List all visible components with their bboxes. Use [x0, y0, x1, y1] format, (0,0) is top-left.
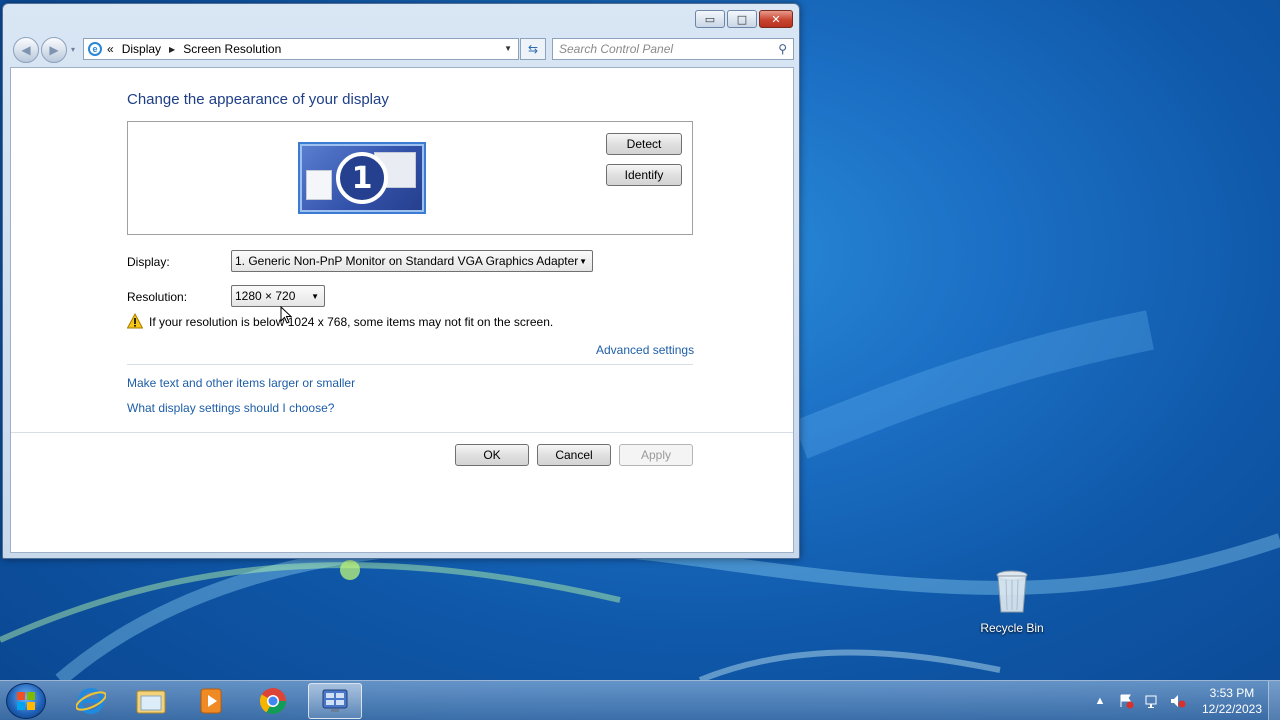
refresh-icon: ⇆ [527, 42, 539, 56]
system-tray: ▲ 3:53 PM 12/22/2023 [1092, 681, 1262, 720]
page-title: Change the appearance of your display [127, 91, 389, 108]
show-desktop-button[interactable] [1268, 681, 1280, 720]
close-button[interactable]: ✕ [759, 10, 793, 28]
taskbar: ▲ 3:53 PM 12/22/2023 [0, 680, 1280, 720]
clock-date: 12/22/2023 [1201, 702, 1262, 716]
resolution-warning-text: If your resolution is below 1024 x 768, … [149, 315, 554, 329]
divider [11, 432, 793, 433]
search-placeholder: Search Control Panel [559, 42, 674, 56]
taskbar-media-player[interactable] [184, 683, 238, 719]
resolution-dropdown-value: 1280 × 720 [235, 289, 296, 303]
recycle-bin-shortcut[interactable]: Recycle Bin [978, 570, 1046, 635]
display-help-link[interactable]: What display settings should I choose? [127, 401, 334, 415]
monitor-1-icon[interactable]: 1 [298, 142, 426, 214]
content-pane: Change the appearance of your display 1 … [10, 67, 794, 553]
start-button[interactable] [6, 683, 46, 719]
taskbar-control-panel[interactable] [308, 683, 362, 719]
display-dropdown[interactable]: 1. Generic Non-PnP Monitor on Standard V… [231, 250, 593, 272]
warning-icon [127, 313, 143, 329]
ok-button[interactable]: OK [455, 444, 529, 466]
volume-muted-icon[interactable] [1170, 693, 1186, 709]
windows-logo-icon [17, 692, 35, 710]
resolution-label: Resolution: [127, 290, 188, 304]
search-input[interactable]: Search Control Panel ⚲ [552, 38, 794, 60]
address-bar[interactable]: e « Display ▶ Screen Resolution ▼ [83, 38, 519, 60]
window-controls: ▭ □ ✕ [695, 10, 793, 28]
display-dropdown-value: 1. Generic Non-PnP Monitor on Standard V… [235, 254, 579, 268]
breadcrumb-display[interactable]: Display [122, 42, 161, 56]
breadcrumb-separator-icon[interactable]: ▶ [169, 45, 175, 54]
file-explorer-icon [136, 690, 166, 714]
control-panel-icon: e [88, 42, 102, 56]
back-arrow-icon: ◀ [21, 43, 31, 57]
resolution-dropdown[interactable]: 1280 × 720 ▼ [231, 285, 325, 307]
recycle-bin-icon [996, 570, 1028, 613]
network-icon[interactable] [1144, 693, 1160, 709]
control-panel-icon [322, 689, 348, 712]
detect-button[interactable]: Detect [606, 133, 682, 155]
refresh-button[interactable]: ⇆ [520, 38, 546, 60]
taskbar-chrome[interactable] [246, 683, 300, 719]
show-hidden-icons[interactable]: ▲ [1092, 693, 1108, 709]
mouse-cursor-icon [280, 306, 292, 324]
advanced-settings-link[interactable]: Advanced settings [596, 343, 694, 357]
forward-arrow-icon: ▶ [49, 43, 59, 57]
cancel-button[interactable]: Cancel [537, 444, 611, 466]
text-size-link[interactable]: Make text and other items larger or smal… [127, 376, 355, 390]
monitor-preview-area: 1 Detect Identify [127, 121, 693, 235]
divider [127, 364, 693, 365]
taskbar-file-explorer[interactable] [124, 683, 178, 719]
maximize-button[interactable]: □ [727, 10, 757, 28]
search-icon[interactable]: ⚲ [778, 42, 787, 56]
clock[interactable]: 3:53 PM 12/22/2023 [1202, 685, 1262, 717]
screen-resolution-window: ▭ □ ✕ ◀ ▶ ▾ e « Display ▶ Screen Resolut… [2, 3, 800, 559]
back-button[interactable]: ◀ [13, 37, 39, 63]
minimize-button[interactable]: ▭ [695, 10, 725, 28]
breadcrumb-screen-resolution[interactable]: Screen Resolution [183, 42, 281, 56]
media-player-icon [200, 688, 222, 714]
action-center-icon[interactable] [1118, 693, 1134, 709]
monitor-window-graphic [306, 170, 332, 200]
clock-time: 3:53 PM [1209, 686, 1255, 700]
taskbar-internet-explorer[interactable] [64, 683, 118, 719]
forward-button[interactable]: ▶ [41, 37, 67, 63]
navigation-bar: ◀ ▶ ▾ e « Display ▶ Screen Resolution ▼ … [11, 37, 794, 63]
chevron-down-icon: ▼ [579, 257, 587, 266]
address-dropdown-icon[interactable]: ▼ [504, 44, 512, 53]
chevron-down-icon: ▼ [311, 292, 319, 301]
apply-button[interactable]: Apply [619, 444, 693, 466]
breadcrumb-chevrons[interactable]: « [107, 42, 114, 56]
recent-pages-dropdown[interactable]: ▾ [71, 45, 75, 54]
internet-explorer-icon [76, 688, 106, 714]
identify-button[interactable]: Identify [606, 164, 682, 186]
monitor-number: 1 [336, 152, 388, 204]
display-label: Display: [127, 255, 170, 269]
recycle-bin-label: Recycle Bin [980, 621, 1044, 635]
chrome-icon [259, 688, 287, 715]
